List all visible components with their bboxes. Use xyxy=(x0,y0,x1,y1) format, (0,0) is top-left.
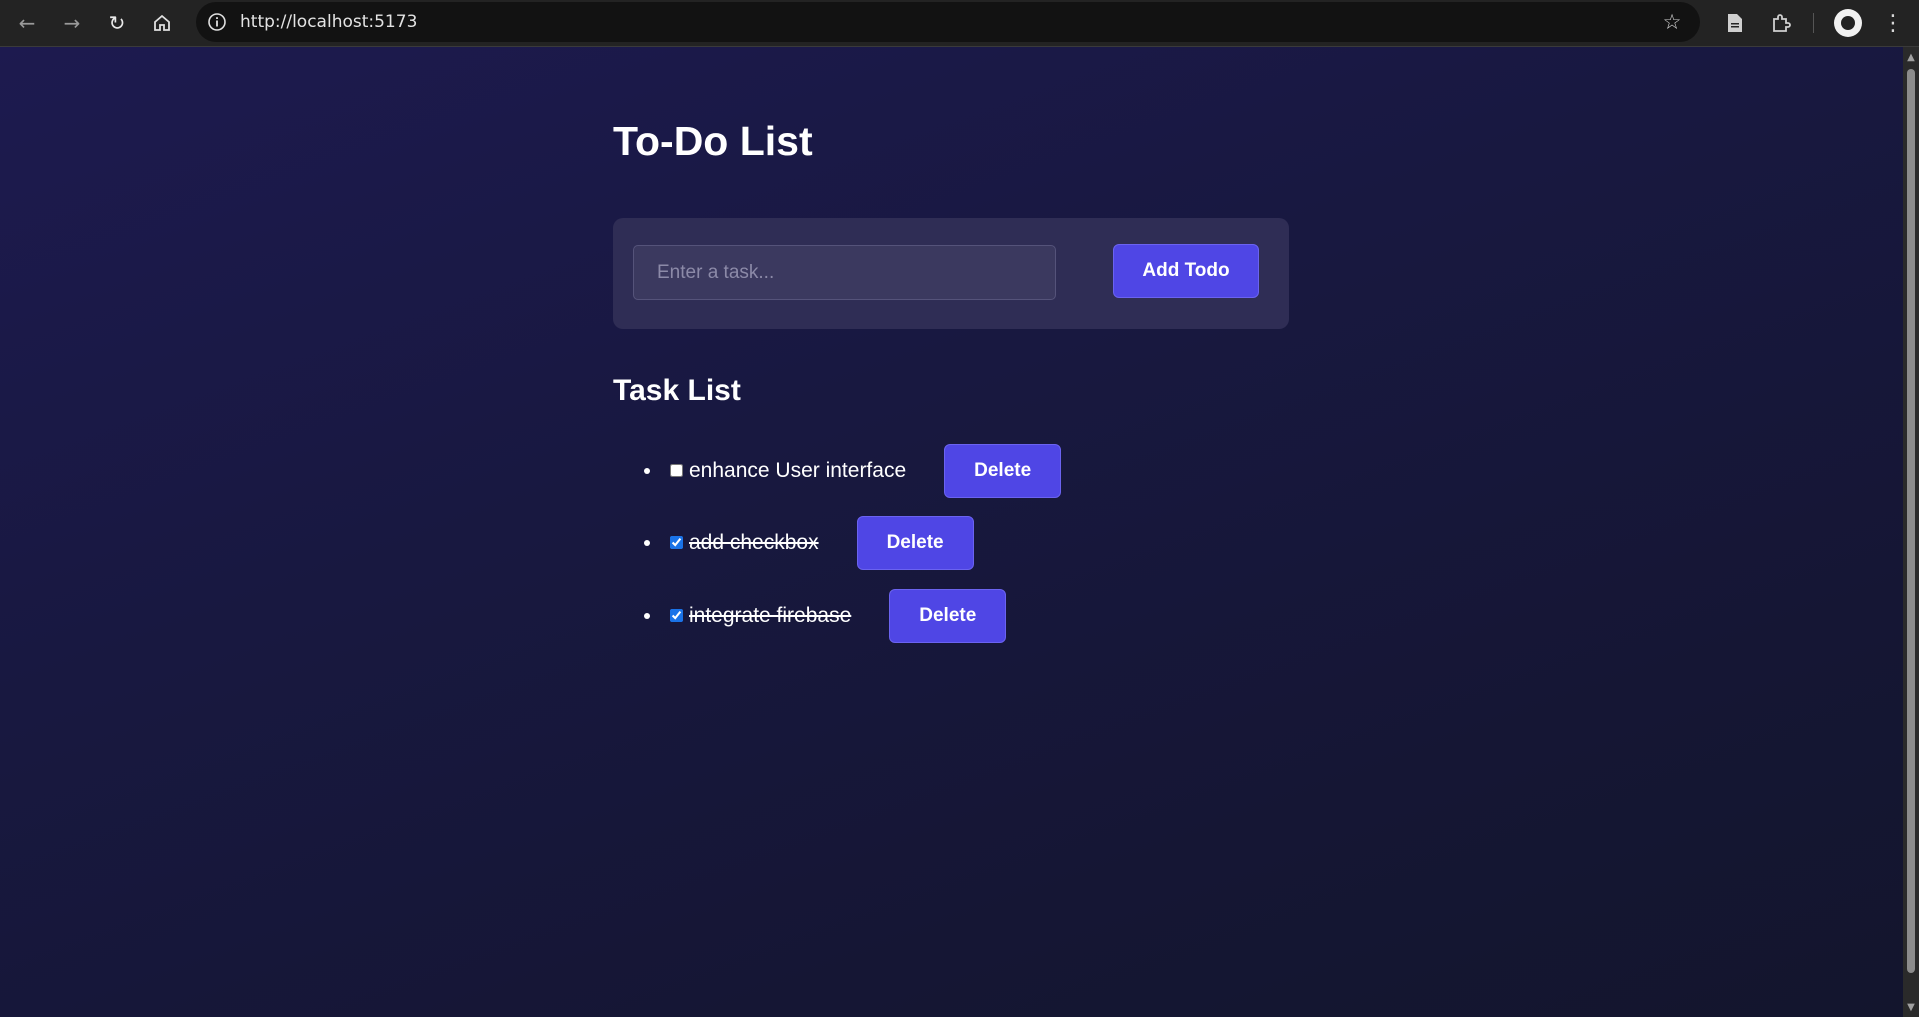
browser-toolbar: ← → ↻ http://localhost:5173 ☆ ⋮ xyxy=(0,0,1919,47)
add-todo-button[interactable]: Add Todo xyxy=(1113,244,1259,298)
scroll-down-icon[interactable]: ▼ xyxy=(1903,999,1919,1015)
delete-button[interactable]: Delete xyxy=(944,444,1062,498)
task-checkbox[interactable] xyxy=(670,535,683,549)
task-input[interactable] xyxy=(633,245,1056,300)
address-bar[interactable]: http://localhost:5173 ☆ xyxy=(196,2,1700,42)
delete-button[interactable]: Delete xyxy=(856,516,974,570)
bullet-icon xyxy=(644,468,650,474)
scroll-up-icon[interactable]: ▲ xyxy=(1903,49,1919,65)
bookmark-star-icon[interactable]: ☆ xyxy=(1658,8,1686,36)
page-scrollbar[interactable]: ▲ ▼ xyxy=(1903,47,1919,1017)
list-item: enhance User interface Delete xyxy=(644,444,1062,498)
bullet-icon xyxy=(644,613,650,619)
list-item: add checkbox Delete xyxy=(644,516,974,570)
task-checkbox[interactable] xyxy=(670,463,683,477)
home-icon[interactable] xyxy=(145,6,179,40)
forward-icon[interactable]: → xyxy=(55,6,89,40)
task-text: enhance User interface xyxy=(689,459,907,482)
extensions-icon[interactable] xyxy=(1764,6,1798,40)
page-title: To-Do List xyxy=(613,118,813,164)
delete-button[interactable]: Delete xyxy=(889,589,1007,643)
menu-kebab-icon[interactable]: ⋮ xyxy=(1876,6,1910,40)
url-text: http://localhost:5173 xyxy=(240,12,418,32)
add-todo-card: Add Todo xyxy=(613,218,1289,329)
task-checkbox[interactable] xyxy=(670,608,683,622)
page-viewport: To-Do List Add Todo Task List enhance Us… xyxy=(0,47,1903,1017)
bullet-icon xyxy=(644,540,650,546)
task-text: integrate firebase xyxy=(689,604,852,627)
document-icon[interactable] xyxy=(1718,6,1752,40)
task-list-title: Task List xyxy=(613,374,741,407)
list-item: integrate firebase Delete xyxy=(644,589,1007,643)
back-icon[interactable]: ← xyxy=(10,6,44,40)
profile-avatar[interactable] xyxy=(1834,9,1862,37)
scroll-thumb[interactable] xyxy=(1907,69,1915,973)
site-info-icon[interactable] xyxy=(206,11,228,33)
reload-icon[interactable]: ↻ xyxy=(100,6,134,40)
task-text: add checkbox xyxy=(689,531,819,554)
toolbar-divider xyxy=(1813,13,1814,33)
